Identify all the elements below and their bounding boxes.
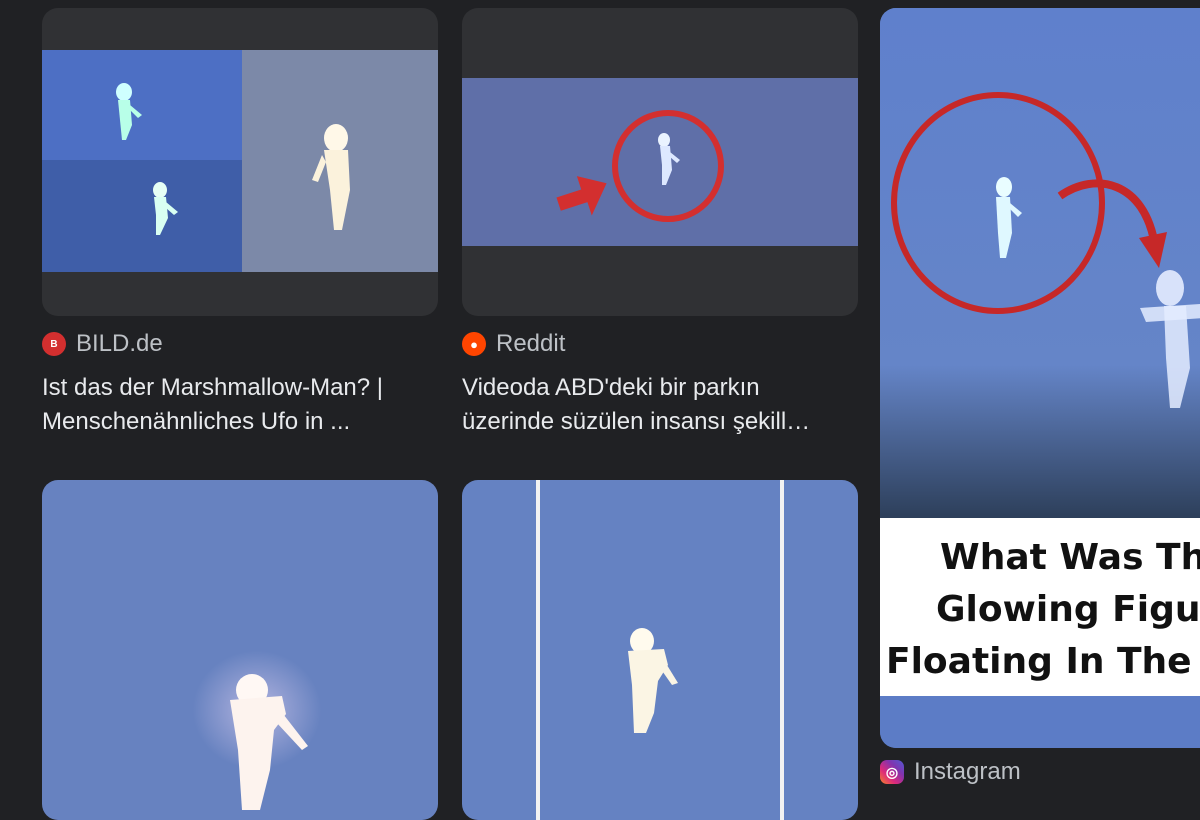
frame-line [536, 480, 540, 820]
glowing-figure-icon [153, 182, 178, 235]
result-thumbnail-bild[interactable] [42, 8, 438, 316]
thumbnail-image [462, 78, 858, 246]
frame-line [780, 480, 784, 820]
glowing-figure-icon [1140, 270, 1200, 408]
thumbnail-bottom-strip [880, 696, 1200, 748]
source-name: Instagram [914, 758, 1021, 785]
glowing-figure-icon [628, 628, 678, 733]
glowing-figure-icon [996, 177, 1022, 258]
result-thumbnail-reddit[interactable] [462, 8, 858, 316]
result-source[interactable]: B BILD.de [42, 330, 163, 358]
red-arrow-icon [556, 176, 607, 216]
instagram-logo-icon: ◎ [880, 760, 904, 784]
caption-line: Glowing Figur [936, 589, 1200, 630]
result-source[interactable]: ◎ Instagram [880, 758, 1021, 786]
result-thumbnail-instagram[interactable]: What Was Thi Glowing Figur Floating In T… [880, 8, 1200, 748]
glowing-figure-icon [116, 83, 142, 140]
title-line: Videoda ABD'deki bir parkın [462, 374, 760, 401]
result-title[interactable]: Videoda ABD'deki bir parkın üzerinde süz… [462, 371, 862, 439]
result-thumbnail[interactable] [42, 480, 438, 820]
bild-logo-icon: B [42, 332, 66, 356]
caption-line: What Was Thi [940, 537, 1200, 578]
thumbnail-image [42, 50, 438, 272]
title-line: üzerinde süzülen insansı şekill… [462, 408, 811, 435]
glowing-figure-icon [312, 124, 350, 230]
result-title[interactable]: Ist das der Marshmallow-Man? | Menschenä… [42, 371, 442, 439]
title-line: Menschenähnliches Ufo in ... [42, 408, 351, 435]
highlight-circle-icon [612, 110, 724, 222]
caption-line: Floating In The S [886, 641, 1200, 682]
source-name: Reddit [496, 330, 566, 357]
result-thumbnail[interactable] [462, 480, 858, 820]
overlay-caption: What Was Thi Glowing Figur Floating In T… [880, 518, 1200, 696]
title-line: Ist das der Marshmallow-Man? | [42, 374, 384, 401]
reddit-logo-icon: ● [462, 332, 486, 356]
result-source[interactable]: ● Reddit [462, 330, 565, 358]
glowing-figure-icon [230, 674, 308, 810]
source-name: BILD.de [76, 330, 163, 357]
